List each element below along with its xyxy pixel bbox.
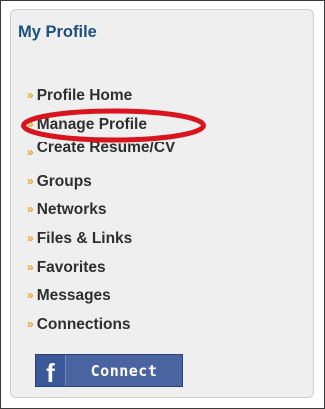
bullet-icon: » xyxy=(27,116,34,131)
facebook-connect-button[interactable]: f Connect xyxy=(35,354,183,388)
menu-item-label: Manage Profile xyxy=(36,115,147,133)
profile-menu: » Profile Home » Manage Profile » Create Re… xyxy=(27,85,175,342)
bullet-icon: » xyxy=(27,288,34,303)
profile-widget-frame: My Profile » Profile Home » Manage Profile… xyxy=(0,0,325,409)
menu-item-label: Networks xyxy=(36,201,107,219)
menu-item-groups[interactable]: » Groups xyxy=(27,171,175,200)
menu-item-manage-profile[interactable]: » Manage Profile xyxy=(27,114,175,143)
bullet-icon: » xyxy=(27,88,34,102)
bullet-icon: » xyxy=(27,173,34,188)
menu-item-label: Favorites xyxy=(36,258,106,276)
menu-item-messages[interactable]: » Messages xyxy=(27,285,175,314)
menu-item-label: Groups xyxy=(36,172,92,190)
menu-item-label: Messages xyxy=(36,287,111,305)
menu-item-networks[interactable]: » Networks xyxy=(27,199,175,228)
menu-item-label: Connections xyxy=(36,315,131,333)
bullet-icon: » xyxy=(27,145,34,160)
menu-item-label: Files & Links xyxy=(36,229,133,247)
facebook-f-icon: f xyxy=(36,355,66,388)
menu-item-favorites[interactable]: » Favorites xyxy=(27,257,175,286)
bullet-icon: » xyxy=(27,202,34,217)
bullet-icon: » xyxy=(27,230,34,245)
menu-item-profile-home[interactable]: » Profile Home xyxy=(27,85,175,114)
menu-item-connections[interactable]: » Connections xyxy=(27,314,175,343)
menu-item-label: Create Resume/CV xyxy=(36,142,176,157)
menu-item-files-links[interactable]: » Files & Links xyxy=(27,228,175,257)
facebook-connect-label: Connect xyxy=(90,361,158,380)
menu-item-label: Profile Home xyxy=(36,87,133,104)
bullet-icon: » xyxy=(27,259,34,274)
bullet-icon: » xyxy=(27,316,34,331)
menu-item-create-resume[interactable]: » Create Resume/CV xyxy=(27,142,175,171)
panel-title: My Profile xyxy=(18,23,97,41)
